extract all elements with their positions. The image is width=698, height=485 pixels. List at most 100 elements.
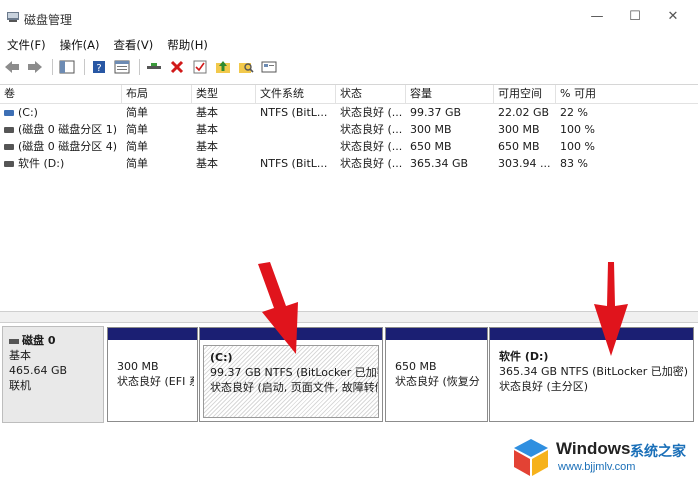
cell-percent-free: 83 % — [560, 157, 588, 170]
cell-status: 状态良好 (... — [340, 157, 403, 170]
partition-body: 650 MB 状态良好 (恢复分 — [389, 345, 484, 418]
maximize-button[interactable]: ☐ — [626, 8, 644, 26]
cell-volume: (磁盘 0 磁盘分区 1) — [18, 123, 118, 136]
cell-free-space: 303.94 ... — [498, 157, 551, 170]
partition-size: 650 MB — [395, 360, 437, 373]
cell-capacity: 300 MB — [410, 123, 452, 136]
toolbar-separator — [139, 59, 140, 75]
help-icon[interactable]: ? — [89, 58, 109, 76]
cell-free-space: 300 MB — [498, 123, 540, 136]
partition-body: 300 MB 状态良好 (EFI 系 — [111, 345, 194, 418]
table-row[interactable]: (C:) 简单 基本 NTFS (BitL... 状态良好 (... 99.37… — [0, 104, 698, 121]
title-bar: 磁盘管理 — ☐ ✕ — [0, 0, 698, 36]
volume-list-header: 卷 布局 类型 文件系统 状态 容量 可用空间 % 可用 — [0, 85, 698, 104]
cell-percent-free: 22 % — [560, 106, 588, 119]
column-header-type[interactable]: 类型 — [192, 85, 256, 103]
watermark-cn: 系统之家 — [630, 444, 686, 460]
up-folder-icon[interactable] — [213, 58, 233, 76]
toolbar-separator — [84, 59, 85, 75]
cell-filesystem — [256, 121, 336, 138]
disk-status: 联机 — [9, 379, 31, 392]
close-button[interactable]: ✕ — [664, 8, 682, 26]
menu-help[interactable]: 帮助(H) — [160, 36, 215, 54]
cell-status: 状态良好 (... — [340, 140, 403, 153]
toolbar-separator — [52, 59, 53, 75]
cell-layout: 简单 — [126, 106, 148, 119]
red-arrow-icon — [594, 262, 628, 356]
watermark: Windows 系统之家 www.bjjmlv.com — [502, 430, 698, 485]
cell-percent-free: 100 % — [560, 140, 595, 153]
watermark-brand: Windows — [556, 439, 631, 458]
cell-volume: (磁盘 0 磁盘分区 4) — [18, 140, 118, 153]
cell-type: 基本 — [196, 106, 218, 119]
menu-action[interactable]: 操作(A) — [53, 36, 107, 54]
menu-bar: 文件(F) 操作(A) 查看(V) 帮助(H) — [0, 36, 698, 54]
volume-drive-icon — [4, 144, 14, 150]
cell-filesystem: NTFS (BitL... — [260, 106, 328, 119]
cell-capacity: 99.37 GB — [410, 106, 462, 119]
partition-efi[interactable]: 300 MB 状态良好 (EFI 系 — [107, 327, 198, 422]
view-icon[interactable] — [259, 58, 279, 76]
partition-status: 状态良好 (恢复分 — [395, 375, 480, 388]
column-header-filesystem[interactable]: 文件系统 — [256, 85, 336, 103]
volume-drive-icon — [4, 161, 14, 167]
column-header-percent-free[interactable]: % 可用 — [556, 85, 698, 103]
check-icon[interactable] — [190, 58, 210, 76]
cell-layout: 简单 — [126, 140, 148, 153]
cell-free-space: 650 MB — [498, 140, 540, 153]
disk-name: 磁盘 0 — [22, 334, 56, 347]
cell-free-space: 22.02 GB — [498, 106, 550, 119]
cell-status: 状态良好 (... — [340, 106, 403, 119]
connect-icon[interactable] — [144, 58, 164, 76]
cell-percent-free: 100 % — [560, 123, 595, 136]
partition-size: 365.34 GB NTFS (BitLocker 已加密) — [499, 365, 689, 378]
cell-volume: (C:) — [18, 106, 38, 119]
column-header-volume[interactable]: 卷 — [0, 85, 122, 103]
disk-info[interactable]: 磁盘 0 基本 465.64 GB 联机 — [2, 326, 104, 423]
partition-size: 300 MB — [117, 360, 159, 373]
disk-management-icon — [7, 12, 19, 22]
window-title: 磁盘管理 — [24, 13, 73, 27]
delete-icon[interactable] — [167, 58, 187, 76]
cell-status: 状态良好 (... — [340, 123, 403, 136]
table-row[interactable]: (磁盘 0 磁盘分区 1) 简单 基本 状态良好 (... 300 MB 300… — [0, 121, 698, 138]
cell-capacity: 650 MB — [410, 140, 452, 153]
forward-icon[interactable] — [25, 58, 45, 76]
cell-layout: 简单 — [126, 157, 148, 170]
partition-size: 99.37 GB NTFS (BitLocker 已加密) — [210, 366, 378, 379]
partition-bar — [386, 328, 487, 340]
table-row[interactable]: 软件 (D:) 简单 基本 NTFS (BitL... 状态良好 (... 36… — [0, 155, 698, 172]
table-row[interactable]: (磁盘 0 磁盘分区 4) 简单 基本 状态良好 (... 650 MB 650… — [0, 138, 698, 155]
cell-volume: 软件 (D:) — [18, 157, 65, 170]
partition-recovery[interactable]: 650 MB 状态良好 (恢复分 — [385, 327, 488, 422]
partition-status: 状态良好 (EFI 系 — [117, 375, 194, 388]
column-header-capacity[interactable]: 容量 — [406, 85, 494, 103]
windows-logo-icon — [514, 439, 548, 476]
disk-icon — [9, 338, 19, 344]
toolbar: ? — [0, 56, 698, 78]
minimize-button[interactable]: — — [588, 8, 606, 26]
back-icon[interactable] — [2, 58, 22, 76]
column-header-status[interactable]: 状态 — [336, 85, 406, 103]
column-header-layout[interactable]: 布局 — [122, 85, 192, 103]
svg-text:?: ? — [96, 63, 101, 74]
menu-file[interactable]: 文件(F) — [0, 36, 53, 54]
red-arrow-icon — [258, 262, 298, 354]
cell-type: 基本 — [196, 123, 218, 136]
console-tree-icon[interactable] — [57, 58, 77, 76]
disk-type: 基本 — [9, 349, 31, 362]
column-header-free-space[interactable]: 可用空间 — [494, 85, 556, 103]
volume-drive-icon — [4, 110, 14, 116]
volume-drive-icon — [4, 127, 14, 133]
menu-view[interactable]: 查看(V) — [106, 36, 160, 54]
cell-capacity: 365.34 GB — [410, 157, 469, 170]
partition-status: 状态良好 (启动, 页面文件, 故障转储 — [210, 381, 378, 394]
partition-bar — [108, 328, 197, 340]
cell-filesystem: NTFS (BitL... — [260, 157, 328, 170]
search-folder-icon[interactable] — [236, 58, 256, 76]
cell-type: 基本 — [196, 140, 218, 153]
partition-status: 状态良好 (主分区) — [499, 380, 589, 393]
disk-size: 465.64 GB — [9, 364, 68, 377]
properties-icon[interactable] — [112, 58, 132, 76]
cell-type: 基本 — [196, 157, 218, 170]
